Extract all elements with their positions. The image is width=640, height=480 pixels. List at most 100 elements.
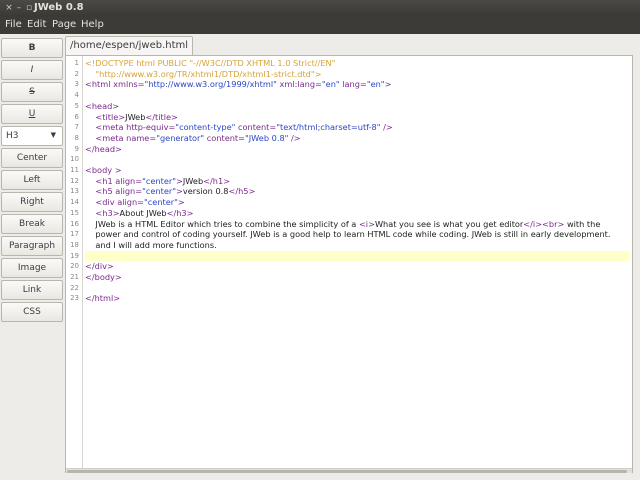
code-token: > bbox=[177, 197, 185, 208]
tab-file[interactable]: /home/espen/jweb.html bbox=[65, 36, 194, 55]
paragraph-button[interactable]: Paragraph bbox=[1, 236, 63, 256]
code-line: <head> bbox=[85, 101, 629, 112]
code-token: </i><br> bbox=[523, 218, 565, 229]
horizontal-scrollbar[interactable] bbox=[66, 468, 632, 473]
code-token: JWeb is a HTML Editor which tries to com… bbox=[85, 218, 359, 229]
line-number: 4 bbox=[74, 91, 79, 100]
code-token: </h1> bbox=[203, 175, 231, 186]
right-button[interactable]: Right bbox=[1, 192, 63, 212]
line-number: 10 bbox=[70, 155, 79, 164]
line-number: 5 bbox=[74, 101, 79, 110]
code-token: <body > bbox=[85, 165, 122, 175]
line-number: 14 bbox=[70, 198, 79, 207]
code-token: and I will add more functions. bbox=[85, 239, 217, 250]
code-editor[interactable]: 1 2 3 4 5 6 7 8 9 10 11 12 13 14 15 16 17 18 19 20 21 22 23 <!… bbox=[65, 55, 633, 473]
code-line: JWeb is a HTML Editor which tries to com… bbox=[85, 219, 629, 230]
code-token: "http://www.w3.org/TR/xhtml1/DTD/xhtml1-… bbox=[85, 68, 322, 79]
line-number: 17 bbox=[70, 230, 79, 239]
code-token: <!DOCTYPE html PUBLIC "-//W3C//DTD XHTML… bbox=[85, 58, 336, 68]
code-token: xmlns= bbox=[113, 79, 145, 90]
menu-help[interactable]: Help bbox=[81, 19, 104, 30]
line-number: 3 bbox=[74, 80, 79, 89]
line-number: 21 bbox=[70, 273, 79, 281]
code-token: </body> bbox=[85, 272, 122, 282]
code-token: </head> bbox=[85, 143, 122, 154]
line-number: 13 bbox=[70, 187, 79, 196]
code-token: <html bbox=[85, 79, 114, 90]
code-token: <h3> bbox=[95, 207, 120, 218]
break-button[interactable]: Break bbox=[1, 214, 63, 234]
link-button[interactable]: Link bbox=[1, 280, 63, 300]
code-line: "http://www.w3.org/TR/xhtml1/DTD/xhtml1-… bbox=[85, 69, 629, 80]
code-token: http-equiv= bbox=[126, 122, 176, 133]
image-button[interactable]: Image bbox=[1, 258, 63, 278]
code-line: <div align="center"> bbox=[85, 197, 629, 208]
menu-page[interactable]: Page bbox=[52, 19, 76, 30]
line-number: 12 bbox=[70, 176, 79, 185]
italic-button[interactable]: I bbox=[1, 60, 63, 80]
code-line: <h5 align="center">version 0.8</h5> bbox=[85, 186, 629, 197]
code-token: "center" bbox=[142, 186, 176, 197]
code-token: </div> bbox=[85, 261, 114, 272]
code-token: JWeb bbox=[182, 175, 204, 186]
code-line: and I will add more functions. bbox=[85, 240, 629, 251]
menu-file[interactable]: File bbox=[5, 19, 22, 30]
code-token: <meta bbox=[95, 132, 127, 143]
line-number: 23 bbox=[70, 294, 79, 303]
maximize-icon[interactable]: ▫ bbox=[24, 3, 34, 13]
line-number: 6 bbox=[74, 112, 79, 121]
code-token: "center" bbox=[142, 175, 176, 186]
code-line: </head> bbox=[85, 144, 629, 155]
code-token: <meta bbox=[95, 122, 127, 133]
chevron-down-icon: ▼ bbox=[50, 131, 56, 139]
code-line: <meta name="generator" content="JWeb 0.8… bbox=[85, 133, 629, 144]
code-line: <html xmlns="http://www.w3.org/1999/xhtm… bbox=[85, 79, 629, 90]
code-token: lang= bbox=[339, 79, 367, 90]
heading-select[interactable]: H3 ▼ bbox=[1, 126, 63, 146]
bold-button[interactable]: B bbox=[1, 38, 63, 58]
code-line: <h1 align="center">JWeb</h1> bbox=[85, 176, 629, 187]
line-number: 22 bbox=[70, 283, 79, 292]
line-number-gutter: 1 2 3 4 5 6 7 8 9 10 11 12 13 14 15 16 17 18 19 20 21 22 23 bbox=[66, 56, 83, 468]
code-line: <body > bbox=[85, 165, 629, 176]
code-token: content= bbox=[204, 132, 245, 143]
line-number: 8 bbox=[74, 133, 79, 142]
code-token: </h5> bbox=[228, 186, 256, 197]
code-token: JWeb bbox=[125, 111, 146, 122]
close-icon[interactable]: × bbox=[4, 3, 14, 13]
code-token: with the bbox=[564, 218, 601, 229]
underline-button[interactable]: U bbox=[1, 104, 63, 124]
code-token: "JWeb 0.8" bbox=[245, 132, 289, 143]
code-token: "text/html;charset=utf-8" bbox=[276, 122, 381, 133]
code-token: </h3> bbox=[166, 207, 194, 218]
center-button[interactable]: Center bbox=[1, 148, 63, 168]
code-token: "content-type" bbox=[175, 122, 236, 133]
line-number: 2 bbox=[74, 69, 79, 78]
css-button[interactable]: CSS bbox=[1, 302, 63, 322]
minimize-icon[interactable]: – bbox=[14, 3, 24, 13]
code-token: align= bbox=[115, 186, 143, 197]
code-area[interactable]: <!DOCTYPE html PUBLIC "-//W3C//DTD XHTML… bbox=[85, 56, 629, 468]
scrollbar-thumb[interactable] bbox=[67, 470, 627, 473]
code-token: version 0.8 bbox=[182, 186, 229, 197]
code-line bbox=[85, 250, 629, 262]
code-token: <title> bbox=[95, 111, 126, 122]
line-number: 11 bbox=[70, 166, 79, 174]
menu-edit[interactable]: Edit bbox=[27, 19, 46, 30]
menu-bar: File Edit Page Help bbox=[0, 17, 640, 34]
code-token: <head> bbox=[85, 100, 120, 111]
code-token: <div bbox=[95, 197, 118, 208]
code-token: </html> bbox=[85, 293, 121, 304]
code-token: "center" bbox=[144, 197, 178, 208]
code-line: </div> bbox=[85, 261, 629, 272]
strikethrough-button[interactable]: S bbox=[1, 82, 63, 102]
code-token: About JWeb bbox=[119, 207, 167, 218]
left-button[interactable]: Left bbox=[1, 170, 63, 190]
line-number: 18 bbox=[70, 240, 79, 249]
